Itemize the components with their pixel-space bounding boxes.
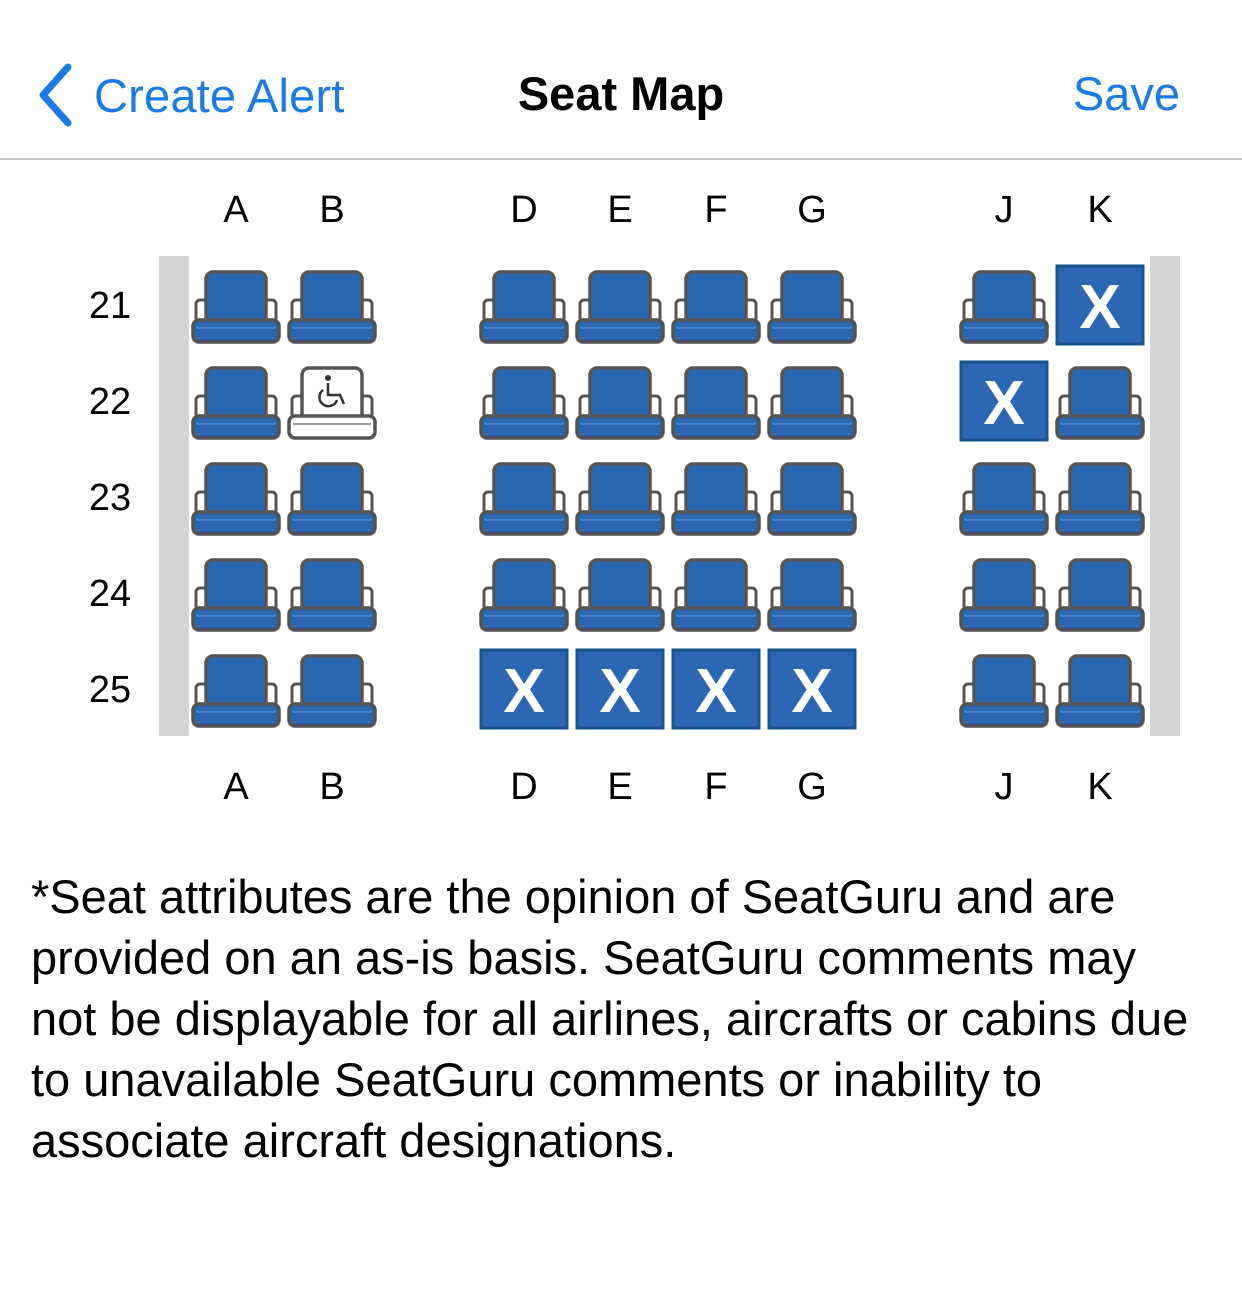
seat-21a-available[interactable] [191,264,281,346]
seat-23d-available[interactable] [479,456,569,538]
seat-24b-available[interactable] [287,552,377,634]
seat-24d-available[interactable] [479,552,569,634]
seat-25b-available[interactable] [287,648,377,730]
row-label-22: 22 [88,381,132,423]
seat-21b-available[interactable] [287,264,377,346]
seat-24e-available[interactable] [575,552,665,634]
column-label-top-f: F [704,189,728,231]
seat-25g-occupied[interactable]: X [767,648,857,730]
row-label-23: 23 [88,477,132,519]
occupied-mark: X [791,657,832,726]
column-label-bottom-b: B [319,766,345,808]
seat-24j-available[interactable] [959,552,1049,634]
seat-21f-available[interactable] [671,264,761,346]
occupied-mark: X [503,657,544,726]
seat-21k-occupied[interactable]: X [1055,264,1145,346]
column-label-top-k: K [1087,189,1113,231]
seat-22b-accessible[interactable] [287,360,377,442]
column-label-bottom-e: E [607,766,633,808]
row-label-21: 21 [88,285,132,327]
seat-25e-occupied[interactable]: X [575,648,665,730]
seat-23f-available[interactable] [671,456,761,538]
column-label-top-j: J [994,189,1014,231]
seat-23j-available[interactable] [959,456,1049,538]
seat-22a-available[interactable] [191,360,281,442]
column-label-bottom-g: G [797,766,827,808]
seat-25d-occupied[interactable]: X [479,648,569,730]
seat-21j-available[interactable] [959,264,1049,346]
seat-24f-available[interactable] [671,552,761,634]
column-label-bottom-j: J [994,766,1014,808]
seat-22k-available[interactable] [1055,360,1145,442]
column-label-top-d: D [510,189,538,231]
occupied-mark: X [1079,273,1120,342]
column-label-bottom-k: K [1087,766,1113,808]
seat-24a-available[interactable] [191,552,281,634]
column-label-top-a: A [223,189,249,231]
seat-25j-available[interactable] [959,648,1049,730]
disclaimer-text: *Seat attributes are the opinion of Seat… [31,870,1189,1167]
occupied-mark: X [599,657,640,726]
column-label-bottom-a: A [223,766,249,808]
column-label-top-e: E [607,189,633,231]
seat-25f-occupied[interactable]: X [671,648,761,730]
column-label-bottom-f: F [704,766,728,808]
seat-23a-available[interactable] [191,456,281,538]
column-label-top-g: G [797,189,827,231]
seat-22e-available[interactable] [575,360,665,442]
occupied-mark: X [983,369,1024,438]
seat-21e-available[interactable] [575,264,665,346]
seat-21d-available[interactable] [479,264,569,346]
column-label-top-b: B [319,189,345,231]
seat-23b-available[interactable] [287,456,377,538]
cabin-wall-right [1150,256,1180,736]
seat-21g-available[interactable] [767,264,857,346]
seat-22f-available[interactable] [671,360,761,442]
seat-23k-available[interactable] [1055,456,1145,538]
seat-22j-occupied[interactable]: X [959,360,1049,442]
navigation-bar: Create Alert Seat Map Save [0,0,1242,160]
seat-22g-available[interactable] [767,360,857,442]
row-label-25: 25 [88,669,132,711]
seat-22d-available[interactable] [479,360,569,442]
save-button[interactable]: Save [1073,66,1180,121]
column-label-bottom-d: D [510,766,538,808]
cabin-wall-left [159,256,189,736]
page-title: Seat Map [517,67,725,120]
seat-25a-available[interactable] [191,648,281,730]
seat-23e-available[interactable] [575,456,665,538]
row-label-24: 24 [88,573,132,615]
seat-24g-available[interactable] [767,552,857,634]
seat-24k-available[interactable] [1055,552,1145,634]
seat-23g-available[interactable] [767,456,857,538]
seat-25k-available[interactable] [1055,648,1145,730]
occupied-mark: X [695,657,736,726]
